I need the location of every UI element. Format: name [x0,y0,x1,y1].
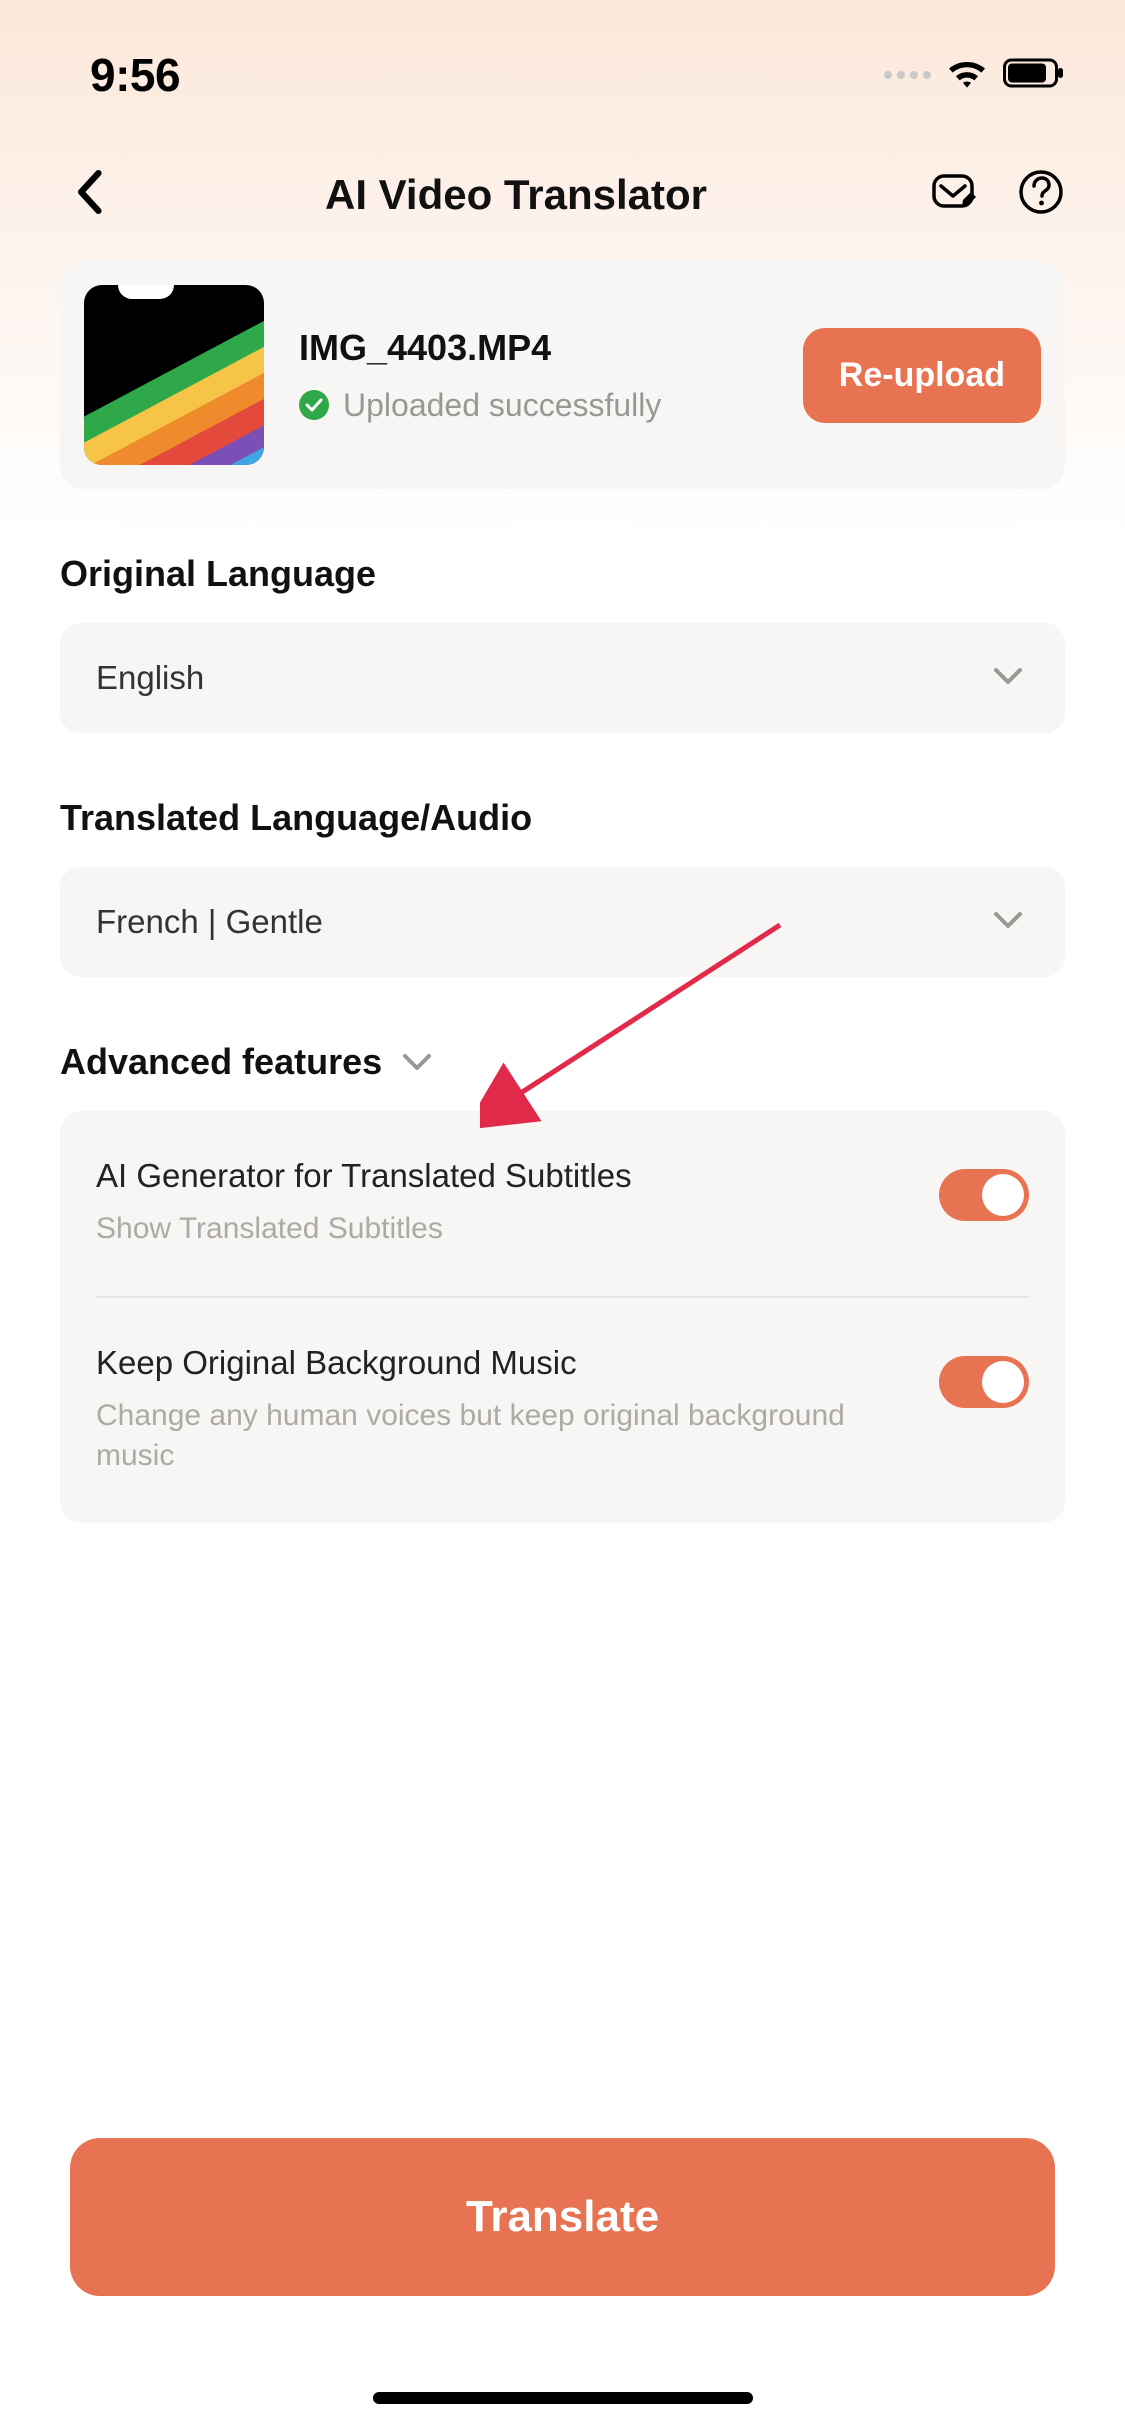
status-bar: 9:56 [0,0,1125,138]
help-button[interactable] [1017,168,1065,221]
feature-subtitles: AI Generator for Translated Subtitles Sh… [96,1111,1029,1296]
original-language-label: Original Language [60,553,1065,595]
advanced-features-card: AI Generator for Translated Subtitles Sh… [60,1111,1065,1523]
nav-header: AI Video Translator [0,138,1125,261]
chevron-down-icon [402,1052,432,1072]
upload-status: Uploaded successfully [299,387,768,424]
chevron-down-icon [993,666,1023,691]
translated-language-label: Translated Language/Audio [60,797,1065,839]
file-name: IMG_4403.MP4 [299,327,768,369]
file-info: IMG_4403.MP4 Uploaded successfully [299,327,768,424]
feedback-button[interactable] [929,168,977,221]
translate-button[interactable]: Translate [70,2138,1055,2296]
translated-language-value: French | Gentle [96,903,323,941]
feature-subtitles-desc: Show Translated Subtitles [96,1209,909,1250]
status-time: 9:56 [90,48,180,102]
advanced-features-label: Advanced features [60,1041,382,1083]
status-indicators [884,51,1065,100]
cellular-dots-icon [884,71,931,79]
wifi-icon [945,51,989,100]
feature-subtitles-title: AI Generator for Translated Subtitles [96,1157,909,1195]
upload-card: IMG_4403.MP4 Uploaded successfully Re-up… [60,261,1065,489]
original-language-value: English [96,659,204,697]
back-button[interactable] [75,170,103,219]
check-icon [299,390,329,420]
feature-subtitles-toggle[interactable] [939,1169,1029,1221]
chevron-left-icon [75,170,103,214]
video-thumbnail [84,285,264,465]
home-indicator[interactable] [373,2392,753,2404]
envelope-edit-icon [929,168,977,216]
original-language-select[interactable]: English [60,623,1065,733]
reupload-button[interactable]: Re-upload [803,328,1041,423]
chevron-down-icon [993,910,1023,935]
nav-actions [929,168,1065,221]
upload-status-text: Uploaded successfully [343,387,661,424]
translated-language-select[interactable]: French | Gentle [60,867,1065,977]
page-title: AI Video Translator [325,171,707,219]
feature-bgmusic-title: Keep Original Background Music [96,1344,909,1382]
feature-bgmusic: Keep Original Background Music Change an… [96,1296,1029,1523]
feature-bgmusic-toggle[interactable] [939,1356,1029,1408]
advanced-features-toggle[interactable]: Advanced features [60,1041,1065,1083]
help-icon [1017,168,1065,216]
battery-icon [1003,57,1065,94]
feature-bgmusic-desc: Change any human voices but keep origina… [96,1396,909,1477]
